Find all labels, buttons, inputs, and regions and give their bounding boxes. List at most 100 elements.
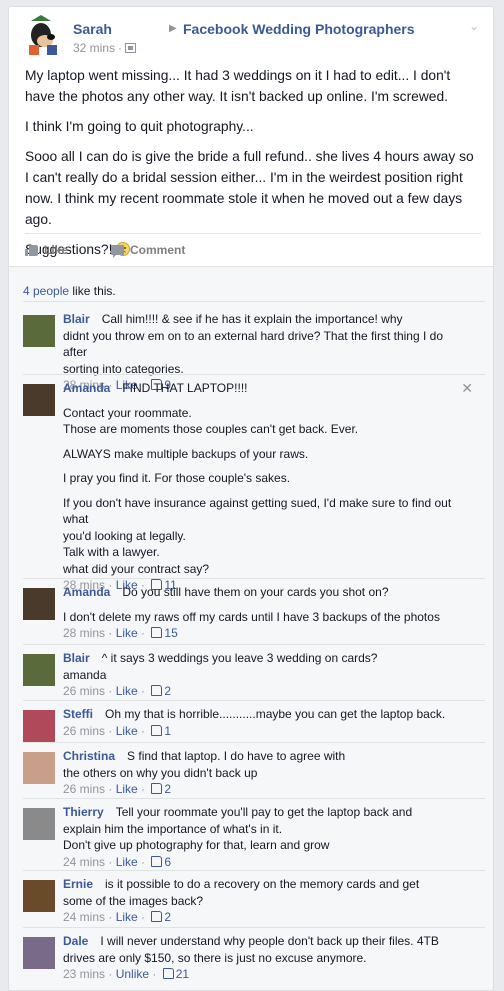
comment-line: Contact your roommate. [63,405,467,422]
comment-like-link[interactable]: Like [116,782,138,796]
audience-icon[interactable] [125,43,137,53]
comment-line: Amanda Do you still have them on your car… [63,584,467,601]
comment-line: Blair Call him!!!! & see if he has it exp… [63,311,467,328]
comment-body: didnt you throw em on to an external har… [63,328,443,360]
commenter-name[interactable]: Thierry [63,805,104,819]
separator-dot: · [105,723,116,738]
commenter-avatar[interactable] [23,315,55,347]
close-icon[interactable]: ✕ [461,380,473,397]
post-author[interactable]: Sarah [73,21,112,37]
group-name[interactable]: Facebook Wedding Photographers [183,21,415,37]
comment-button[interactable]: Comment [111,243,185,258]
comment-line: Blair ^ it says 3 weddings you leave 3 we… [63,650,467,667]
commenter-name[interactable]: Christina [63,749,115,763]
comment-body: If you don't have insurance against gett… [63,495,452,527]
commenter-name[interactable]: Ernie [63,877,93,891]
thumbs-up-icon [151,627,163,638]
commenter-name[interactable]: Amanda [63,381,110,395]
comment-body: amanda [63,667,107,682]
comment-body: what did your contract say? [63,561,210,576]
comment-like-count[interactable]: 2 [164,684,171,698]
commenter-avatar[interactable] [23,808,55,840]
separator-dot: · [137,723,149,738]
comment-like-link[interactable]: Unlike [116,967,149,981]
comment-like-link[interactable]: Like [116,626,138,640]
comment-meta: 26 mins · Like · 2 [63,683,467,700]
post-body: My laptop went missing... It had 3 weddi… [9,65,493,260]
commenter-name[interactable]: Steffi [63,707,93,721]
commenter-avatar[interactable] [23,654,55,686]
comment-line: Christina S find that laptop. I do have t… [63,748,467,765]
comment-body: Do you still have them on your cards you… [122,585,389,599]
thumbs-up-icon [151,911,163,922]
likes-count[interactable]: 4 people [23,284,69,298]
commenter-avatar[interactable] [23,384,55,416]
post-paragraph: My laptop went missing... It had 3 weddi… [25,68,451,104]
separator-dot: · [105,684,116,698]
comment-time[interactable]: 23 mins [63,967,105,981]
comment-time[interactable]: 24 mins [63,855,105,869]
commenter-avatar[interactable] [23,588,55,620]
thumbs-up-icon [151,685,163,696]
separator-dot: · [137,684,149,698]
commenter-name[interactable]: Blair [63,651,90,665]
thumbs-up-icon [151,724,163,736]
comment-like-count[interactable]: 15 [164,626,177,640]
commenter-name[interactable]: Blair [63,312,90,326]
comment-meta: 26 mins · Like · 1 [63,723,467,740]
comment-line: Thierry Tell your roommate you'll pay to … [63,804,467,821]
divider [23,578,485,579]
separator-dot: · [105,782,116,796]
comment-body: ALWAYS make multiple backups of your raw… [63,446,309,461]
comment-like-count[interactable]: 2 [164,782,171,796]
comment-like-link[interactable]: Like [116,855,138,869]
comment-body: Contact your roommate. [63,405,192,420]
comment-like-count[interactable]: 2 [164,910,171,924]
comment-body: ^ it says 3 weddings you leave 3 wedding… [101,651,378,665]
comment-like-link[interactable]: Like [116,910,138,924]
commenter-name[interactable]: Dale [63,934,88,948]
comment-text-block: Amanda FIND THAT LAPTOP!!!! Contact your r… [63,380,467,594]
comment-body: Tell your roommate you'll pay to get the… [115,805,413,819]
comment-time[interactable]: 24 mins [63,910,105,924]
commenter-avatar[interactable] [23,752,55,784]
divider [23,798,485,799]
comment-line: explain him the importance of what's in … [63,821,467,838]
like-button[interactable]: Like [25,243,68,257]
goofy-avatar[interactable] [21,13,65,57]
comment-text-block: Dale I will never understand why people d… [63,933,467,983]
commenter-avatar[interactable] [23,937,55,969]
comment-time[interactable]: 26 mins [63,684,105,698]
commenter-avatar[interactable] [23,880,55,912]
separator-dot: · [105,910,116,924]
commenter-avatar[interactable] [23,710,55,742]
comment-time[interactable]: 28 mins [63,626,105,640]
comment-time[interactable]: 26 mins [63,724,105,738]
divider [23,700,485,701]
comment-line: Ernie is it possible to do a recovery on … [63,876,467,893]
post-paragraph: Sooo all I can do is give the bride a fu… [25,149,474,227]
chevron-down-icon[interactable]: ⌄ [469,19,479,33]
divider [23,927,485,928]
post-meta: 32 mins · [73,41,137,55]
comment-like-link[interactable]: Like [116,684,138,698]
comment-line: Don't give up photography for that, lear… [63,837,467,854]
post-time[interactable]: 32 mins [73,41,115,55]
comment-line: some of the images back? [63,893,467,910]
comment-like-count[interactable]: 21 [176,967,189,981]
feedback-section: 4 people like this. Blair Call him!!!! & … [9,266,493,990]
comment-like-count[interactable]: 1 [164,724,171,738]
comment-time[interactable]: 26 mins [63,782,105,796]
comment-body: Talk with a lawyer. [63,545,160,559]
post-paragraph: I think I'm going to quit photography... [25,119,254,134]
separator-dot: · [149,967,160,981]
comment-like-count[interactable]: 6 [164,855,171,869]
arrow-right-icon: ▶ [169,23,177,34]
comment-like-link[interactable]: Like [116,724,138,738]
comment-text-block: Ernie is it possible to do a recovery on … [63,876,467,926]
comment-body: Call him!!!! & see if he has it explain … [101,312,403,326]
commenter-name[interactable]: Amanda [63,585,110,599]
